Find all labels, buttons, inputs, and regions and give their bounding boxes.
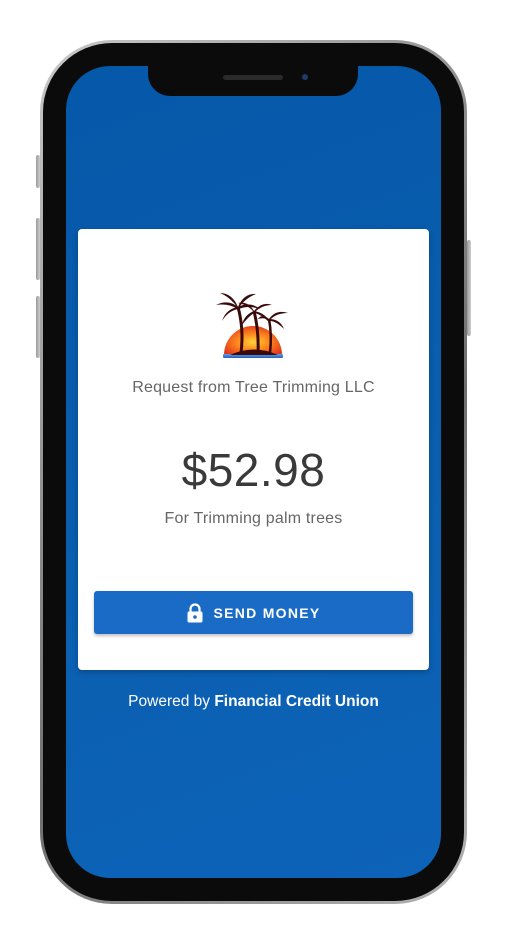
palm-trees-logo-icon — [216, 293, 288, 358]
phone-volume-up-button — [36, 218, 40, 280]
send-money-button[interactable]: SEND MONEY — [94, 591, 413, 634]
phone-silent-switch — [36, 155, 40, 188]
phone-screen: Request from Tree Trimming LLC $52.98 Fo… — [66, 66, 441, 878]
phone-power-button — [467, 240, 471, 336]
request-memo: For Trimming palm trees — [164, 510, 343, 527]
powered-by-prefix: Powered by — [128, 693, 211, 710]
request-from-text: Request from Tree Trimming LLC — [132, 379, 375, 396]
credit-union-brand: Financial Credit Union — [214, 693, 379, 710]
send-money-label: SEND MONEY — [213, 604, 321, 621]
lock-icon — [187, 602, 203, 622]
speaker-grille — [223, 75, 283, 80]
payment-request-card: Request from Tree Trimming LLC $52.98 Fo… — [78, 229, 429, 670]
phone-notch — [148, 66, 358, 96]
request-amount: $52.98 — [181, 444, 326, 496]
powered-by-footer: Powered by Financial Credit Union — [66, 693, 441, 711]
front-camera — [302, 74, 308, 80]
phone-volume-down-button — [36, 296, 40, 358]
